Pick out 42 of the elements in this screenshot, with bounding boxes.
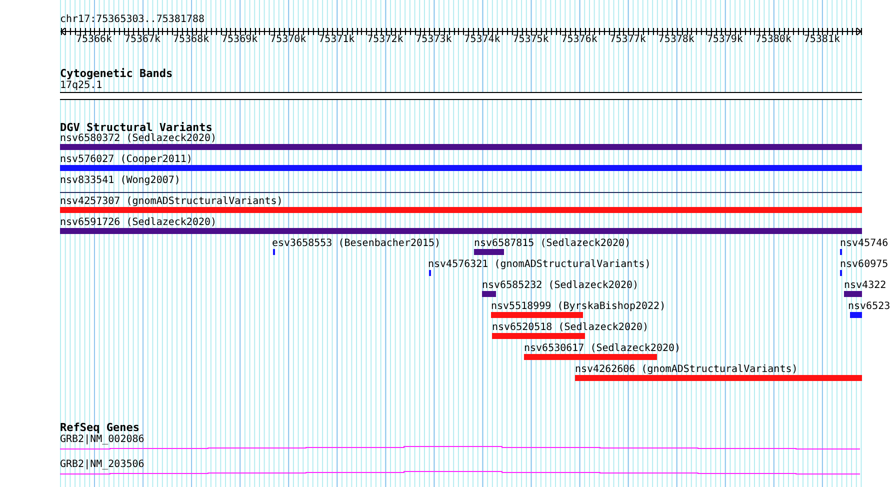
- variant-label: nsv6523: [848, 301, 890, 313]
- gene-line[interactable]: [60, 471, 860, 474]
- variant-label: nsv6587815 (Sedlazeck2020): [474, 238, 631, 250]
- location-label: chr17:75365303..75381788: [60, 14, 204, 26]
- tick-label: 75374k: [463, 34, 502, 46]
- track-title: Cytogenetic Bands: [60, 67, 173, 80]
- tick-label: 75370k: [269, 34, 308, 46]
- tick-label: 75377k: [608, 34, 647, 46]
- band-label: 17q25.1: [60, 80, 102, 92]
- variant-label: nsv833541 (Wong2007): [60, 175, 180, 187]
- tick-label: 75367k: [123, 34, 162, 46]
- variant-label: nsv5518999 (ByrskaBishop2022): [491, 301, 666, 313]
- variant-label: nsv60975: [840, 259, 888, 271]
- track-title: RefSeq Genes: [60, 421, 140, 434]
- tick-label: 75380k: [754, 34, 792, 46]
- variant-label: nsv4576321 (gnomADStructuralVariants): [428, 259, 651, 271]
- tick-label: 75381k: [802, 34, 841, 46]
- tick-label: 75368k: [172, 34, 210, 46]
- variant-label: nsv6591726 (Sedlazeck2020): [60, 217, 217, 229]
- variant-label: nsv4262606 (gnomADStructuralVariants): [575, 364, 798, 376]
- track-title: DGV Structural Variants: [60, 121, 212, 134]
- variant-label: nsv6580372 (Sedlazeck2020): [60, 133, 217, 145]
- tick-label: 75372k: [366, 34, 404, 46]
- tick-label: 75376k: [560, 34, 598, 46]
- tick-label: 75373k: [414, 34, 453, 46]
- variant-label: nsv576027 (Cooper2011): [60, 154, 192, 166]
- variant-label: nsv4322: [844, 280, 886, 292]
- tick-label: 75375k: [512, 34, 550, 46]
- variant-label: nsv6585232 (Sedlazeck2020): [482, 280, 639, 292]
- variant-label: nsv45746: [840, 238, 888, 250]
- variant-label: nsv6530617 (Sedlazeck2020): [524, 343, 681, 355]
- tick-label: 75371k: [318, 34, 356, 46]
- variant-label: nsv4257307 (gnomADStructuralVariants): [60, 196, 283, 208]
- tick-label: 75379k: [706, 34, 744, 46]
- variant-label: esv3658553 (Besenbacher2015): [272, 238, 441, 250]
- gene-label: GRB2|NM_002086: [60, 434, 144, 446]
- gene-label: GRB2|NM_203506: [60, 459, 144, 471]
- tick-label: 75366k: [74, 34, 114, 46]
- gene-line[interactable]: [60, 446, 860, 450]
- tick-label: 75378k: [657, 34, 696, 46]
- variant-label: nsv6520518 (Sedlazeck2020): [492, 322, 649, 334]
- tick-label: 75369k: [220, 34, 259, 46]
